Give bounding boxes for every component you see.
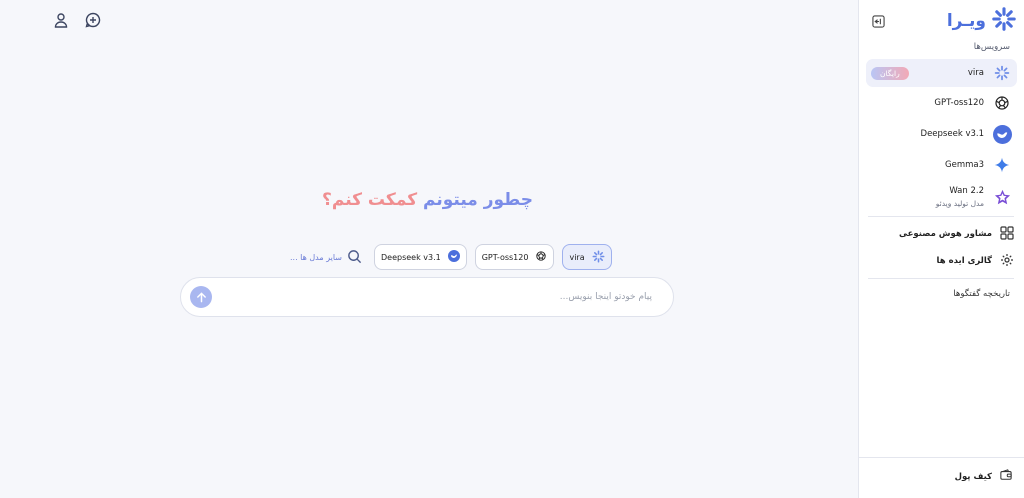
vira-chip-icon (592, 250, 605, 265)
sidebar-item-gpt-oss120[interactable]: GPT-oss120 (866, 89, 1017, 117)
divider (858, 457, 1024, 458)
more-models-link[interactable]: سایر مدل ها ... (290, 249, 362, 266)
chip-deepseek[interactable]: Deepseek v3.1 (374, 244, 467, 270)
chip-vira[interactable]: vira (562, 244, 612, 270)
gemma-sparkle-icon (992, 155, 1012, 175)
sidebar-item-deepseek[interactable]: Deepseek v3.1 (866, 120, 1017, 148)
openai-icon (992, 93, 1012, 113)
sidebar-item-sublabel: مدل تولید ویدئو (935, 199, 984, 208)
wan-star-icon (992, 187, 1012, 207)
wallet-button[interactable]: کیف پول (955, 469, 1012, 484)
services-section-label: سرویس‌ها (973, 42, 1010, 52)
new-chat-icon[interactable] (84, 11, 102, 29)
sidebar-item-label: Gemma3 (945, 160, 984, 170)
sidebar-item-label-group: Wan 2.2 مدل تولید ویدئو (936, 186, 984, 208)
vira-logo-icon (992, 7, 1016, 35)
sidebar-item-wan[interactable]: Wan 2.2 مدل تولید ویدئو (866, 182, 1017, 212)
gear-icon (1000, 253, 1014, 270)
sidebar-item-ai-advisor[interactable]: مشاور هوش مصنوعی (899, 225, 1014, 243)
sidebar-item-label: مشاور هوش مصنوعی (899, 229, 992, 239)
sidebar-item-label: Deepseek v3.1 (920, 129, 984, 139)
headline-part-1: چطور میتونم (417, 190, 533, 210)
top-toolbar (52, 11, 102, 29)
message-composer (180, 277, 674, 317)
wallet-label: کیف پول (954, 471, 992, 482)
sidebar-item-idea-gallery[interactable]: گالری ایده ها (937, 252, 1014, 270)
message-input[interactable] (212, 292, 652, 302)
chip-label: GPT-oss120 (481, 252, 529, 262)
headline: چطور میتونم کمکت کنم؟ (250, 190, 605, 210)
divider (868, 216, 1014, 217)
sidebar-item-label: vira (967, 68, 984, 78)
search-icon (347, 249, 362, 266)
chat-history-link[interactable]: تاریخچه گفتگوها (953, 289, 1010, 299)
sidebar: ویـرا سرویس‌ها vira رایگان GPT (858, 0, 1024, 498)
send-button[interactable] (190, 286, 212, 308)
vira-icon (992, 63, 1012, 83)
chip-label: Deepseek v3.1 (381, 252, 441, 262)
wallet-icon (1000, 469, 1012, 484)
sidebar-item-label: گالری ایده ها (936, 256, 992, 266)
model-chips: vira GPT-oss120 Deepseek v3.1 سایر مدل ه… (290, 244, 612, 270)
openai-icon (535, 250, 547, 264)
chip-gpt-oss120[interactable]: GPT-oss120 (474, 244, 555, 270)
deepseek-icon (447, 250, 460, 264)
brand[interactable]: ویـرا (947, 7, 1016, 35)
user-icon[interactable] (52, 11, 70, 29)
divider (868, 278, 1014, 279)
grid-icon (1000, 225, 1014, 243)
sidebar-item-label: GPT-oss120 (934, 98, 984, 108)
arrow-up-icon (196, 291, 206, 302)
sidebar-item-vira[interactable]: vira رایگان (866, 59, 1017, 87)
deepseek-icon (992, 124, 1012, 144)
sidebar-item-gemma3[interactable]: Gemma3 (866, 151, 1017, 179)
headline-part-2: کمکت کنم؟ (322, 190, 418, 210)
more-models-label: سایر مدل ها ... (290, 252, 342, 262)
chip-label: vira (569, 252, 585, 262)
collapse-sidebar-icon[interactable] (871, 13, 885, 28)
brand-name: ویـرا (946, 11, 986, 31)
free-badge: رایگان (871, 66, 909, 80)
sidebar-item-label: Wan 2.2 (949, 186, 984, 196)
